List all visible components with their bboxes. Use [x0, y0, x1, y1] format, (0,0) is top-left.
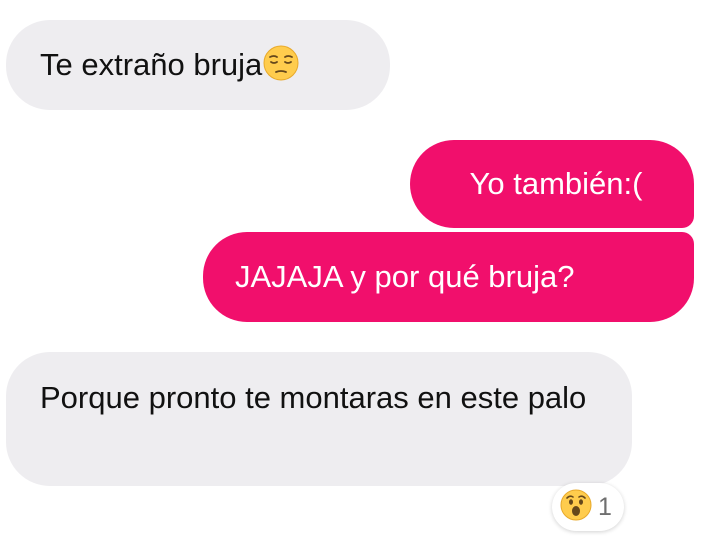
incoming-message-bubble[interactable]: Porque pronto te montaras en este palo: [6, 352, 632, 486]
incoming-message-bubble[interactable]: Te extraño bruja: [6, 20, 390, 110]
message-text: Yo también:(: [469, 166, 643, 201]
pensive-face-icon: [263, 45, 299, 81]
reaction-count: 1: [598, 492, 612, 521]
message-text: JAJAJA y por qué bruja?: [235, 259, 575, 294]
message-text: Porque pronto te montaras en este palo: [40, 380, 587, 415]
outgoing-message-bubble[interactable]: Yo también:(: [410, 140, 694, 228]
message-reaction[interactable]: 1: [552, 483, 624, 531]
chat-thread: Te extraño bruja Yo también:( JAJAJA y p…: [0, 0, 720, 550]
outgoing-message-bubble[interactable]: JAJAJA y por qué bruja?: [203, 232, 694, 322]
message-text: Te extraño bruja: [40, 47, 263, 82]
surprised-face-icon: [560, 489, 592, 526]
